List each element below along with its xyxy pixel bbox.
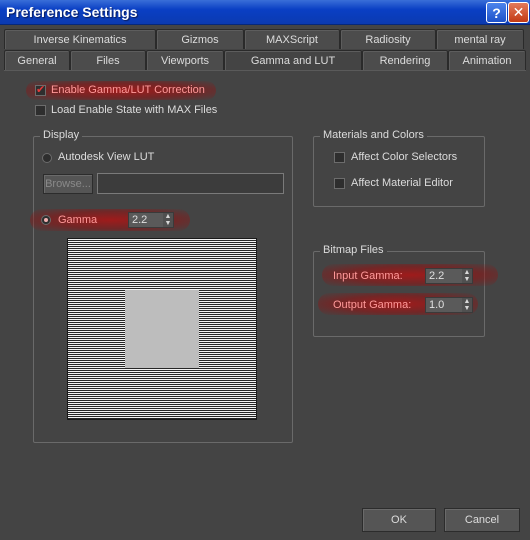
autodesk-lut-radio[interactable]	[42, 153, 52, 163]
tab-general[interactable]: General	[4, 50, 70, 70]
checkmark-icon: ✔	[36, 84, 46, 96]
affect-material-label: Affect Material Editor	[351, 177, 453, 189]
tab-mental-ray[interactable]: mental ray	[436, 29, 524, 49]
materials-group: Materials and Colors	[313, 129, 485, 207]
cancel-button[interactable]: Cancel	[444, 508, 520, 532]
load-state-checkbox[interactable]	[35, 105, 46, 116]
output-gamma-label: Output Gamma:	[333, 299, 412, 311]
display-group-title: Display	[40, 129, 83, 141]
output-gamma-spinner[interactable]: 1.0 ▲ ▼	[425, 297, 473, 313]
affect-material-checkbox[interactable]	[334, 178, 345, 189]
tab-rendering[interactable]: Rendering	[362, 50, 448, 70]
tab-animation[interactable]: Animation	[448, 50, 526, 70]
ok-button[interactable]: OK	[362, 508, 436, 532]
materials-group-title: Materials and Colors	[320, 129, 427, 141]
tab-row-2: General Files Viewports Gamma and LUT Re…	[4, 50, 526, 71]
input-gamma-label: Input Gamma:	[333, 270, 403, 282]
close-icon: ✕	[512, 4, 525, 20]
gamma-value[interactable]: 2.2	[129, 213, 163, 227]
enable-gamma-checkbox[interactable]: ✔	[35, 85, 46, 96]
input-gamma-spinner[interactable]: 2.2 ▲ ▼	[425, 268, 473, 284]
tab-inverse-kinematics[interactable]: Inverse Kinematics	[4, 29, 156, 49]
window-title: Preference Settings	[6, 4, 138, 20]
spinner-arrows-icon[interactable]: ▲ ▼	[462, 298, 472, 312]
load-state-label: Load Enable State with MAX Files	[51, 104, 218, 116]
tab-files[interactable]: Files	[70, 50, 146, 70]
tab-viewports[interactable]: Viewports	[146, 50, 224, 70]
help-icon: ?	[492, 4, 501, 21]
tab-radiosity[interactable]: Radiosity	[340, 29, 436, 49]
gamma-preview-swatch	[125, 290, 199, 368]
tab-gamma-and-lut[interactable]: Gamma and LUT	[224, 50, 362, 71]
tab-gizmos[interactable]: Gizmos	[156, 29, 244, 49]
tab-row-1: Inverse Kinematics Gizmos MAXScript Radi…	[4, 29, 524, 49]
browse-button[interactable]: Browse...	[43, 174, 93, 194]
input-gamma-value[interactable]: 2.2	[426, 269, 462, 283]
autodesk-lut-label: Autodesk View LUT	[58, 151, 155, 163]
gamma-preview	[67, 238, 257, 420]
gamma-radio[interactable]	[41, 215, 51, 225]
gamma-label: Gamma	[58, 214, 98, 226]
tab-maxscript[interactable]: MAXScript	[244, 29, 340, 49]
enable-gamma-label: Enable Gamma/LUT Correction	[51, 84, 205, 96]
title-bar: Preference Settings ? ✕	[0, 0, 530, 25]
close-button[interactable]: ✕	[508, 2, 529, 23]
affect-color-label: Affect Color Selectors	[351, 151, 458, 163]
help-button[interactable]: ?	[486, 2, 507, 23]
gamma-spinner[interactable]: 2.2 ▲ ▼	[128, 212, 174, 228]
spinner-arrows-icon[interactable]: ▲ ▼	[163, 213, 173, 227]
output-gamma-value[interactable]: 1.0	[426, 298, 462, 312]
bitmap-group-title: Bitmap Files	[320, 244, 387, 256]
spinner-arrows-icon[interactable]: ▲ ▼	[462, 269, 472, 283]
lut-path-field[interactable]	[97, 173, 284, 194]
affect-color-checkbox[interactable]	[334, 152, 345, 163]
